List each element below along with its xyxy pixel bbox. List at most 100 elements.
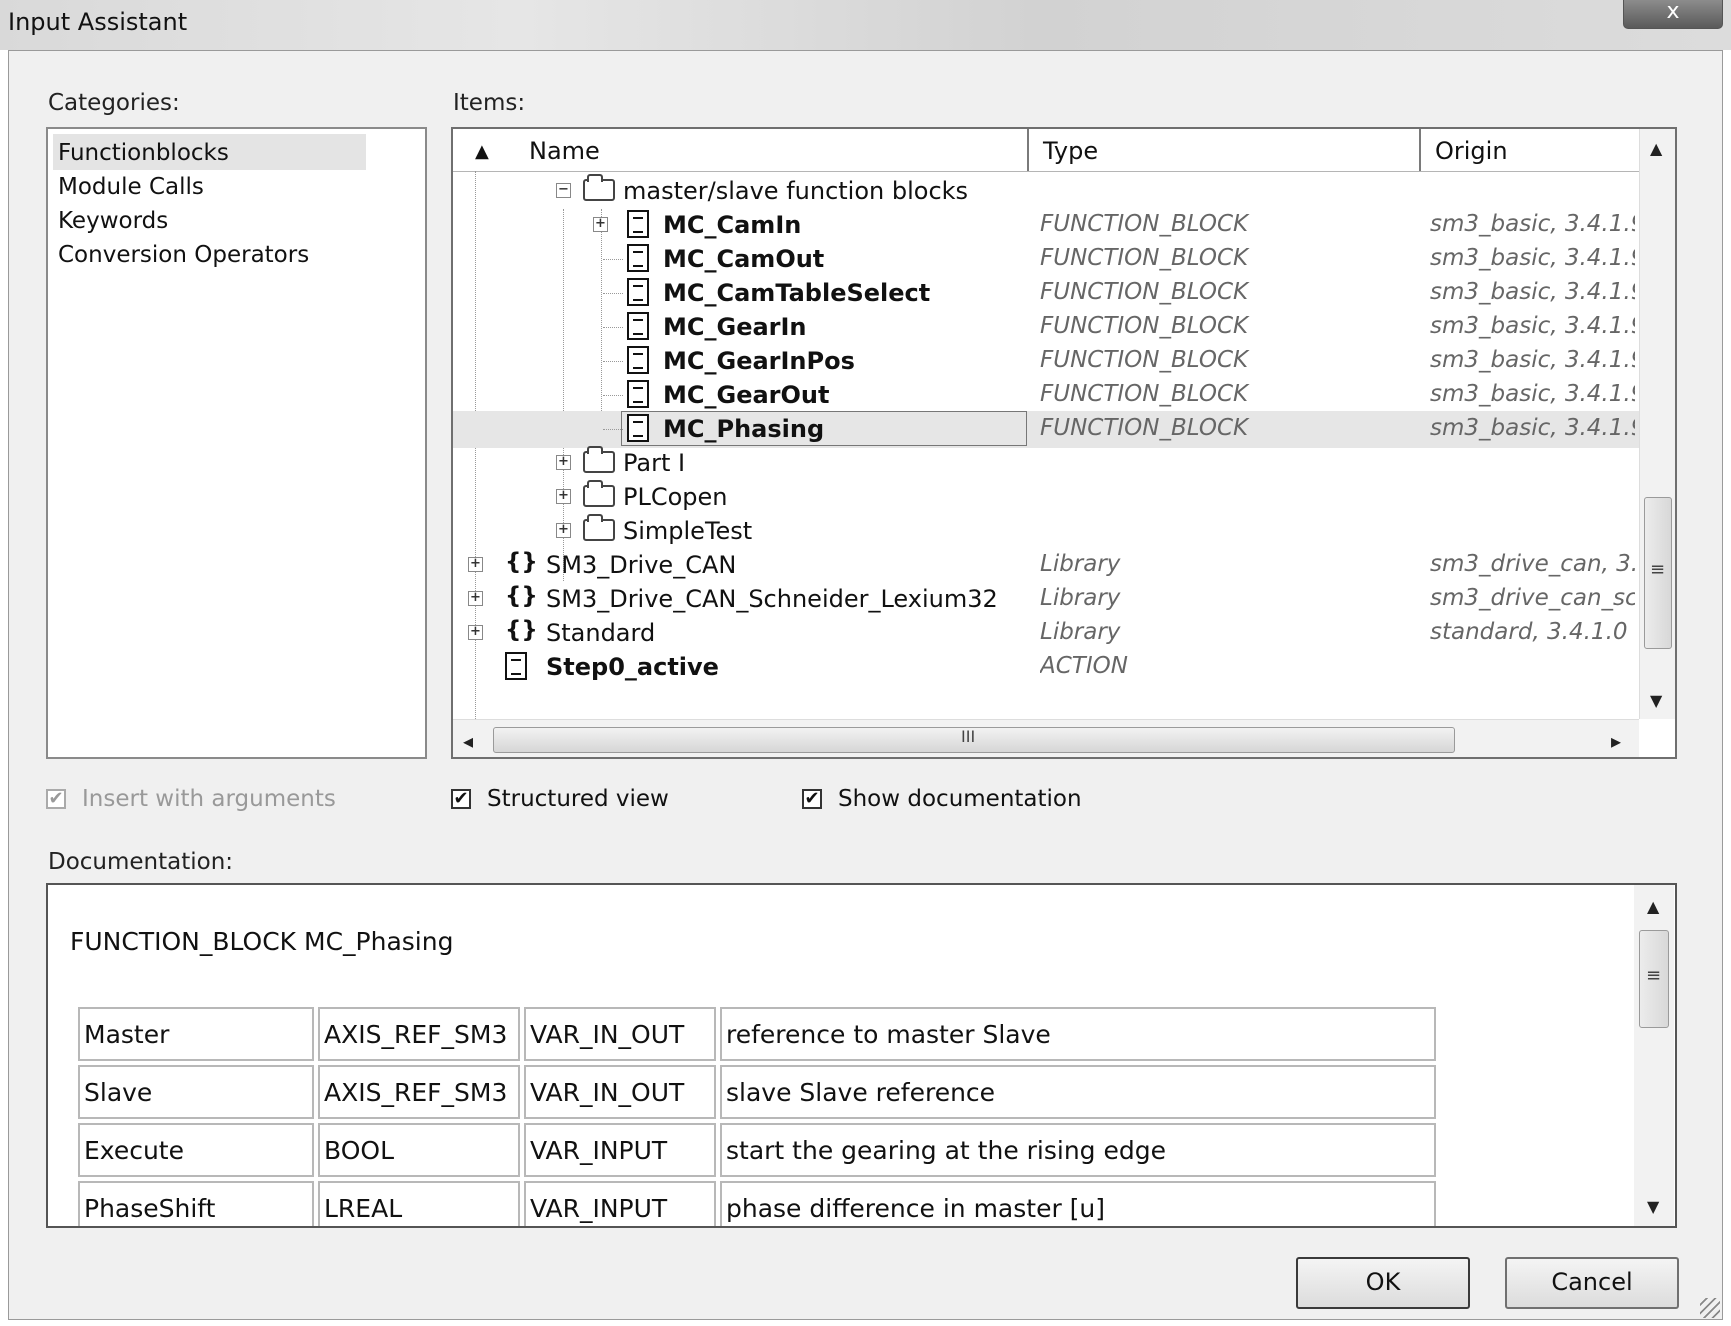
item-type: FUNCTION_BLOCK — [1040, 415, 1249, 441]
category-keywords[interactable]: Keywords — [58, 208, 168, 234]
expand-icon[interactable]: + — [556, 523, 571, 538]
item-type: FUNCTION_BLOCK — [1040, 313, 1249, 339]
function-block-icon — [627, 380, 649, 408]
item-name: MC_Phasing — [663, 415, 825, 443]
insert-with-arguments-checkbox[interactable]: ✔ — [46, 789, 66, 809]
collapse-icon[interactable]: − — [556, 183, 571, 198]
item-type: ACTION — [1040, 653, 1128, 679]
tree-row-step0-active[interactable]: Step0_active ACTION — [453, 649, 1639, 686]
scroll-left-arrow-icon[interactable]: ◂ — [463, 729, 473, 753]
item-origin: sm3_basic, 3.4.1.9 — [1430, 347, 1635, 373]
tree-row-mc-camin[interactable]: + MC_CamIn FUNCTION_BLOCK sm3_basic, 3.4… — [453, 207, 1639, 244]
function-block-icon — [627, 414, 649, 442]
table-cell: BOOL — [318, 1123, 520, 1177]
expand-icon[interactable]: + — [556, 489, 571, 504]
items-header: ▲ Name Type Origin — [453, 129, 1639, 172]
scroll-right-arrow-icon[interactable]: ▸ — [1611, 729, 1621, 753]
scroll-down-arrow-icon[interactable]: ▼ — [1647, 1197, 1659, 1216]
column-header-name[interactable]: Name — [529, 137, 600, 165]
categories-list[interactable]: Functionblocks Module Calls Keywords Con… — [46, 127, 427, 759]
table-cell: slave Slave reference — [720, 1065, 1436, 1119]
resize-grip-icon[interactable] — [1700, 1298, 1720, 1318]
close-button[interactable]: x — [1623, 0, 1723, 29]
ok-button[interactable]: OK — [1296, 1257, 1470, 1309]
table-cell: AXIS_REF_SM3 — [318, 1065, 520, 1119]
library-icon: {} — [505, 617, 538, 643]
item-name: MC_GearInPos — [663, 347, 855, 375]
table-cell: PhaseShift — [78, 1181, 314, 1226]
documentation-pane[interactable]: FUNCTION_BLOCK MC_Phasing Master AXIS_RE… — [46, 883, 1677, 1228]
item-type: FUNCTION_BLOCK — [1040, 211, 1249, 237]
table-row: Master AXIS_REF_SM3 VAR_IN_OUT reference… — [78, 1007, 1436, 1061]
folder-icon — [583, 480, 615, 507]
cancel-button[interactable]: Cancel — [1505, 1257, 1679, 1309]
table-cell: Execute — [78, 1123, 314, 1177]
item-origin: sm3_basic, 3.4.1.9 — [1430, 211, 1635, 237]
scroll-down-arrow-icon[interactable]: ▼ — [1650, 691, 1662, 710]
item-origin: sm3_basic, 3.4.1.9 — [1430, 415, 1635, 441]
expand-icon[interactable]: + — [468, 591, 483, 606]
tree-row-mc-camtableselect[interactable]: MC_CamTableSelect FUNCTION_BLOCK sm3_bas… — [453, 275, 1639, 312]
items-tree[interactable]: ▲ Name Type Origin − master/slave functi… — [451, 127, 1677, 759]
sort-ascending-icon[interactable]: ▲ — [475, 141, 489, 162]
tree-row-sm3-drive-can-schneider[interactable]: + {} SM3_Drive_CAN_Schneider_Lexium32 Li… — [453, 581, 1639, 618]
column-divider[interactable] — [1419, 129, 1421, 171]
tree-row-sm3-drive-can[interactable]: + {} SM3_Drive_CAN Library sm3_drive_can… — [453, 547, 1639, 584]
library-icon: {} — [505, 549, 538, 575]
tree-row-plcopen-folder[interactable]: + PLCopen — [453, 479, 1639, 516]
folder-icon — [583, 174, 615, 201]
tree-row-part-i-folder[interactable]: + Part I — [453, 445, 1639, 482]
table-cell: AXIS_REF_SM3 — [318, 1007, 520, 1061]
tree-connector — [603, 327, 623, 328]
item-origin: sm3_drive_can, 3. — [1430, 551, 1635, 577]
table-cell: VAR_IN_OUT — [524, 1007, 716, 1061]
item-name: MC_CamIn — [663, 211, 802, 239]
expand-icon[interactable]: + — [593, 217, 608, 232]
item-type: Library — [1040, 619, 1121, 645]
tree-row-mc-gearin[interactable]: MC_GearIn FUNCTION_BLOCK sm3_basic, 3.4.… — [453, 309, 1639, 346]
item-name: SimpleTest — [623, 517, 753, 545]
item-type: FUNCTION_BLOCK — [1040, 279, 1249, 305]
item-name: MC_GearOut — [663, 381, 830, 409]
tree-connector — [603, 259, 623, 260]
category-conversion-operators[interactable]: Conversion Operators — [58, 242, 309, 268]
folder-icon — [583, 514, 615, 541]
item-name: Part I — [623, 449, 686, 477]
item-name: MC_GearIn — [663, 313, 807, 341]
item-name: Step0_active — [546, 653, 719, 681]
category-functionblocks[interactable]: Functionblocks — [58, 140, 229, 166]
function-block-icon — [627, 210, 649, 238]
item-name: MC_CamTableSelect — [663, 279, 931, 307]
tree-row-mc-gearout[interactable]: MC_GearOut FUNCTION_BLOCK sm3_basic, 3.4… — [453, 377, 1639, 414]
function-block-icon — [627, 312, 649, 340]
expand-icon[interactable]: + — [468, 557, 483, 572]
tree-row-simpletest-folder[interactable]: + SimpleTest — [453, 513, 1639, 550]
item-origin: standard, 3.4.1.0 ( — [1430, 619, 1635, 645]
folder-icon — [583, 446, 615, 473]
title-bar — [0, 0, 1731, 50]
expand-icon[interactable]: + — [556, 455, 571, 470]
column-header-type[interactable]: Type — [1043, 137, 1098, 165]
structured-view-label: Structured view — [487, 786, 669, 812]
documentation-heading: FUNCTION_BLOCK MC_Phasing — [70, 927, 454, 956]
window-title: Input Assistant — [8, 8, 188, 36]
column-header-origin[interactable]: Origin — [1435, 137, 1508, 165]
tree-row-mc-phasing-selected[interactable]: MC_Phasing FUNCTION_BLOCK sm3_basic, 3.4… — [453, 411, 1639, 448]
scroll-grip-icon: ≡ — [1646, 965, 1662, 986]
scroll-up-arrow-icon[interactable]: ▲ — [1647, 897, 1659, 916]
tree-row-standard[interactable]: + {} Standard Library standard, 3.4.1.0 … — [453, 615, 1639, 652]
tree-row-mc-gearinpos[interactable]: MC_GearInPos FUNCTION_BLOCK sm3_basic, 3… — [453, 343, 1639, 380]
scroll-up-arrow-icon[interactable]: ▲ — [1650, 139, 1662, 158]
function-block-icon — [627, 346, 649, 374]
table-cell: Slave — [78, 1065, 314, 1119]
category-module-calls[interactable]: Module Calls — [58, 174, 204, 200]
tree-row-master-slave-folder[interactable]: − master/slave function blocks — [453, 173, 1639, 210]
library-icon: {} — [505, 583, 538, 609]
column-divider[interactable] — [1027, 129, 1029, 171]
tree-row-mc-camout[interactable]: MC_CamOut FUNCTION_BLOCK sm3_basic, 3.4.… — [453, 241, 1639, 278]
documentation-label: Documentation: — [48, 849, 234, 875]
expand-icon[interactable]: + — [468, 625, 483, 640]
show-documentation-checkbox[interactable]: ✔ — [802, 789, 822, 809]
table-row: PhaseShift LREAL VAR_INPUT phase differe… — [78, 1181, 1436, 1226]
structured-view-checkbox[interactable]: ✔ — [451, 789, 471, 809]
